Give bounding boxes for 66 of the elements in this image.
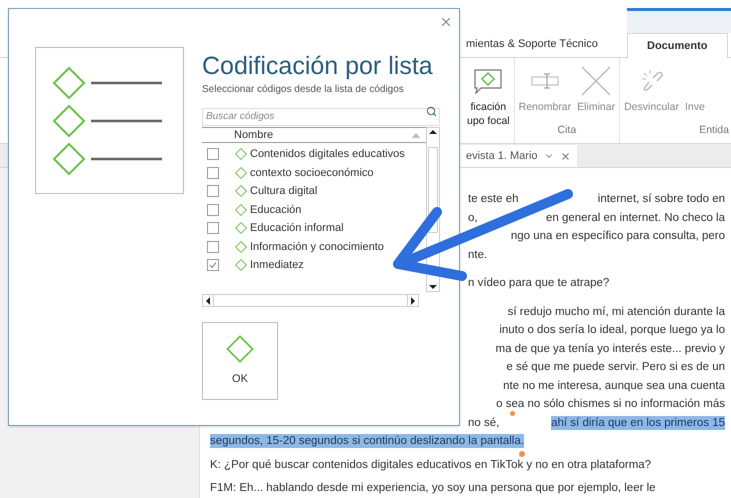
checkbox[interactable] [207,240,219,253]
search-field[interactable]: Buscar códigos [202,108,440,126]
document-text: ngo una en específico para consulta, pero [510,229,725,244]
scroll-right-icon[interactable] [410,296,416,304]
code-icon [235,259,247,272]
document-text: o, [468,210,478,225]
scroll-down-icon[interactable] [429,283,437,291]
document-text: n vídeo para que te atrape? [468,276,610,290]
checkbox[interactable] [207,185,219,198]
checkbox[interactable] [207,204,219,216]
search-icon[interactable] [426,106,437,117]
code-icon [235,148,247,160]
document-text: F1M: Eh... hablando desde mi experiencia, yo soy una persona que por ejemplo, leer le [210,481,656,496]
code-icon [235,166,247,179]
scroll-up-icon[interactable] [429,128,437,136]
checkbox[interactable] [207,259,219,272]
selection-handle[interactable] [510,411,515,416]
sort-icon [412,132,420,138]
column-header[interactable]: Nombre [202,127,426,143]
document-text: te este eh [468,192,519,206]
document-text: nte no me interesa, aunque sea una cuenta [503,378,725,393]
diamond-icon [226,334,254,363]
code-icon [235,222,247,234]
dialog-title: Codificación por lista [202,51,434,81]
code-icon [235,240,247,253]
dialog-subtitle: Seleccionar códigos desde la lista de códigos [202,83,405,97]
ribbon-tab[interactable]: Documento [627,33,728,58]
code-name[interactable]: Educación informal [250,220,344,236]
scroll-left-icon[interactable] [205,296,211,304]
code-name[interactable]: Cultura digital [250,183,318,200]
code-name[interactable]: Contenidos digitales educativos [250,146,405,162]
document-text: K: ¿Por qué buscar contenidos digitales educativos en TikTok y no en otra plataforma? [210,458,652,472]
highlighted-text: ahí sí diría que en los primeros 15 [551,416,725,430]
document-text: no sé, [468,416,500,430]
document-tab[interactable]: evista 1. Mario [460,145,577,167]
code-name[interactable]: Inmediatez [250,257,304,274]
code-name[interactable]: contexto socioeconómico [250,164,374,181]
ribbon-button[interactable]: ficación upo focal [466,62,511,139]
document-text: sí redujo mucho mí, mi atención durante la [508,304,725,319]
highlighted-text: segundos, 15-20 segundos si continúo deslizando la pantalla. [210,434,524,448]
textbox-icon [530,71,560,91]
checkbox[interactable] [207,166,219,179]
code-icon [235,185,247,198]
ribbon-tab[interactable]: mientas & Soporte Técnico [466,32,627,57]
selection-handle[interactable] [519,451,525,457]
horizontal-scrollbar[interactable] [202,294,419,307]
code-name[interactable]: Información y conocimiento [250,238,384,255]
document-text: nte. [468,248,488,262]
document-text: internet, sí sobre todo en [598,192,725,206]
close-icon[interactable] [439,15,453,29]
document-text: en general en internet. No checo la [546,210,725,225]
document-text: o sea no sólo chismes si no información más [496,397,725,412]
vertical-scrollbar[interactable] [426,127,440,292]
x-icon [579,64,614,98]
ribbon-group-label: Entida [699,123,729,138]
checkbox[interactable] [207,222,219,234]
document-text: ma de que ya tenía yo interés este... previo y [496,342,725,356]
document-text: inuto o dos sería lo ideal, porque luego ya lo [499,323,725,338]
ok-button[interactable]: OK [202,322,278,400]
ribbon-group-label: Cita [558,123,576,138]
document-text: e sé que me puede servir. Pero si es de un [506,360,725,374]
code-bubble-icon [473,68,504,94]
close-icon[interactable] [560,150,571,162]
code-icon [235,204,247,216]
code-name[interactable]: Educación [250,202,302,218]
checkbox[interactable] [207,148,219,160]
